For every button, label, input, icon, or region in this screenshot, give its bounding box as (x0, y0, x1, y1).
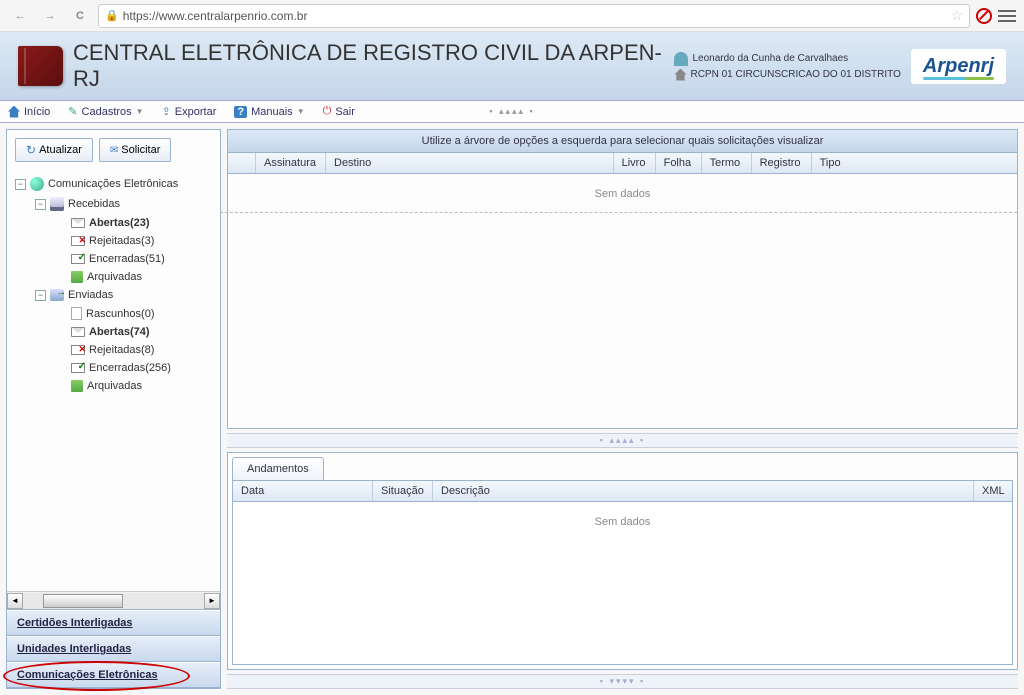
col-destino[interactable]: Destino (326, 153, 614, 173)
archive-icon (71, 271, 83, 283)
detail-empty-message: Sem dados (233, 502, 1012, 542)
arpen-logo: Arpenrj (911, 49, 1006, 84)
mail-icon (71, 327, 85, 337)
hamburger-menu-icon[interactable] (998, 10, 1016, 22)
bookmark-star-icon[interactable]: ☆ (950, 7, 963, 24)
navigation-tree: −Comunicações Eletrônicas −Recebidas Abe… (7, 170, 220, 591)
back-button[interactable]: ← (8, 4, 32, 28)
col-registro[interactable]: Registro (752, 153, 812, 173)
book-logo-icon (18, 46, 63, 86)
tab-andamentos[interactable]: Andamentos (232, 457, 324, 480)
tab-bar: Andamentos (228, 453, 1017, 480)
tree-enviadas[interactable]: −Enviadas (15, 286, 212, 304)
reload-button[interactable]: C (68, 4, 92, 28)
check-icon (71, 254, 85, 264)
tree-recebidas-abertas[interactable]: Abertas(23) (15, 214, 212, 232)
divider (220, 212, 1017, 213)
tree-enviadas-arquivadas[interactable]: Arquivadas (15, 377, 212, 395)
forward-button[interactable]: → (38, 4, 62, 28)
power-icon: ⏻ (323, 105, 332, 118)
tree-enviadas-abertas[interactable]: Abertas(74) (15, 323, 212, 341)
table-headers: Assinatura Destino Livro Folha Termo Reg… (228, 153, 1017, 174)
address-bar[interactable]: 🔒 https://www.centralarpenrio.com.br ☆ (98, 4, 970, 28)
check-icon (71, 363, 85, 373)
browser-toolbar: ← → C 🔒 https://www.centralarpenrio.com.… (0, 0, 1024, 32)
menu-bar: Início ✎Cadastros▼ ⇪Exportar ?Manuais▼ ⏻… (0, 101, 1024, 123)
tab-content: Data Situação Descrição XML Sem dados (232, 480, 1013, 665)
blocked-icon[interactable] (976, 8, 992, 24)
pencil-icon: ✎ (68, 105, 77, 118)
menu-exportar[interactable]: ⇪Exportar (162, 105, 217, 118)
office-icon (674, 69, 686, 81)
scroll-track[interactable] (23, 593, 204, 609)
detail-headers: Data Situação Descrição XML (233, 481, 1012, 502)
user-office: RCPN 01 CIRCUNSCRICAO DO 01 DISTRITO (690, 69, 900, 80)
inbox-icon (50, 197, 64, 211)
col-blank[interactable] (228, 153, 256, 173)
app-header: CENTRAL ELETRÔNICA DE REGISTRO CIVIL DA … (0, 32, 1024, 101)
collapse-icon[interactable]: − (15, 179, 26, 190)
requests-panel: Utilize a árvore de opções a esquerda pa… (227, 129, 1018, 429)
reject-icon (71, 236, 85, 246)
stack-comunicacoes[interactable]: Comunicações Eletrônicas (7, 662, 220, 688)
tree-root[interactable]: −Comunicações Eletrônicas (15, 174, 212, 194)
splitter-handle-bottom[interactable]: ▪ ▾▾▾▾ ▪ (227, 674, 1018, 689)
sidebar: ↻Atualizar ✉Solicitar −Comunicações Elet… (6, 129, 221, 689)
outbox-icon (50, 289, 64, 301)
request-button[interactable]: ✉Solicitar (99, 138, 172, 162)
archive-icon (71, 380, 83, 392)
tree-recebidas-arquivadas[interactable]: Arquivadas (15, 268, 212, 286)
tree-recebidas[interactable]: −Recebidas (15, 194, 212, 214)
horizontal-scrollbar[interactable]: ◄ ► (7, 591, 220, 609)
tree-recebidas-encerradas[interactable]: Encerradas(51) (15, 250, 212, 268)
accordion-stack: Certidões Interligadas Unidades Interlig… (7, 609, 220, 688)
col-termo[interactable]: Termo (702, 153, 752, 173)
draft-icon (71, 307, 82, 320)
globe-icon (30, 177, 44, 191)
menu-inicio[interactable]: Início (8, 106, 50, 118)
stack-certidoes[interactable]: Certidões Interligadas (7, 610, 220, 636)
expand-handle[interactable]: ▪ ▴▴▴▴ ▪ (489, 106, 534, 117)
scroll-right-button[interactable]: ► (204, 593, 220, 609)
scroll-left-button[interactable]: ◄ (7, 593, 23, 609)
refresh-button[interactable]: ↻Atualizar (15, 138, 93, 162)
app-title: CENTRAL ELETRÔNICA DE REGISTRO CIVIL DA … (73, 40, 664, 92)
tree-recebidas-rejeitadas[interactable]: Rejeitadas(3) (15, 232, 212, 250)
empty-message: Sem dados (228, 174, 1017, 214)
details-panel: Andamentos Data Situação Descrição XML S… (227, 452, 1018, 670)
col-xml[interactable]: XML (974, 481, 1012, 501)
user-name: Leonardo da Cunha de Carvalhaes (692, 53, 848, 64)
col-assinatura[interactable]: Assinatura (256, 153, 326, 173)
user-info: Leonardo da Cunha de Carvalhaes RCPN 01 … (674, 52, 900, 81)
menu-cadastros[interactable]: ✎Cadastros▼ (68, 105, 143, 118)
col-data[interactable]: Data (233, 481, 373, 501)
reject-icon (71, 345, 85, 355)
col-situacao[interactable]: Situação (373, 481, 433, 501)
stack-unidades[interactable]: Unidades Interligadas (7, 636, 220, 662)
col-livro[interactable]: Livro (614, 153, 656, 173)
splitter-handle[interactable]: ▪ ▴▴▴▴ ▪ (227, 433, 1018, 448)
col-descricao[interactable]: Descrição (433, 481, 974, 501)
tree-enviadas-rascunhos[interactable]: Rascunhos(0) (15, 304, 212, 323)
scroll-thumb[interactable] (43, 594, 123, 608)
menu-sair[interactable]: ⏻Sair (323, 105, 355, 118)
export-icon: ⇪ (162, 105, 171, 118)
col-tipo[interactable]: Tipo (812, 153, 1017, 173)
tree-enviadas-rejeitadas[interactable]: Rejeitadas(8) (15, 341, 212, 359)
menu-manuais[interactable]: ?Manuais▼ (234, 106, 304, 118)
lock-icon: 🔒 (105, 9, 119, 22)
help-icon: ? (234, 106, 247, 118)
col-folha[interactable]: Folha (656, 153, 702, 173)
refresh-icon: ↻ (26, 143, 36, 157)
content-area: Utilize a árvore de opções a esquerda pa… (221, 123, 1024, 695)
collapse-icon[interactable]: − (35, 290, 46, 301)
envelope-icon: ✉ (110, 145, 118, 156)
url-text: https://www.centralarpenrio.com.br (123, 9, 947, 23)
tree-enviadas-encerradas[interactable]: Encerradas(256) (15, 359, 212, 377)
panel-instruction: Utilize a árvore de opções a esquerda pa… (228, 130, 1017, 153)
collapse-icon[interactable]: − (35, 199, 46, 210)
home-icon (8, 106, 20, 118)
mail-icon (71, 218, 85, 228)
user-icon (674, 52, 688, 66)
